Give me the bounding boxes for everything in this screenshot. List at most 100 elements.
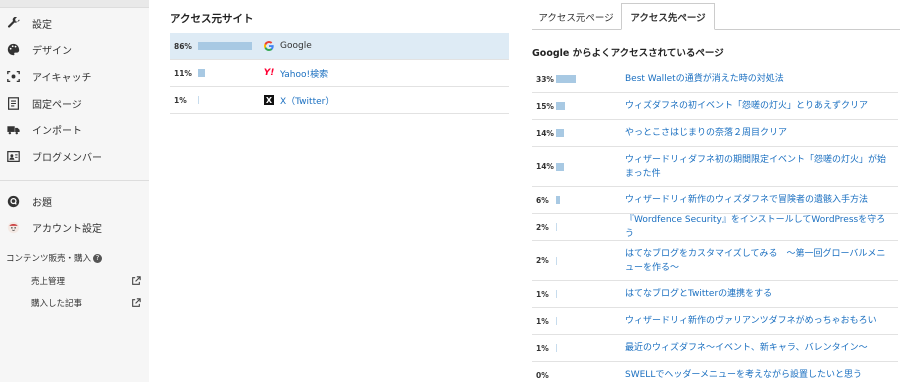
sidebar-item-blog-members[interactable]: ブログメンバー <box>6 145 146 167</box>
wrench-icon <box>6 16 20 30</box>
percent-label: 2% <box>536 222 549 232</box>
google-icon <box>264 41 274 51</box>
bar-track <box>556 317 620 325</box>
external-link-icon <box>132 276 141 285</box>
bar-track <box>556 371 620 379</box>
help-icon[interactable]: ? <box>93 253 103 263</box>
source-link[interactable]: Google <box>264 41 312 51</box>
yahoo-icon: Y! <box>263 68 275 78</box>
table-row[interactable]: 1% はてなブログとTwitterの連携をする <box>532 281 898 308</box>
page-link[interactable]: Best Walletの通貨が消えた時の対処法 <box>625 72 894 86</box>
sidebar-item-settings[interactable]: 設定 <box>6 12 146 34</box>
table-row[interactable]: 6% ウィザードリィ新作のウィズダフネで冒険者の遺骸入手方法 <box>532 187 898 214</box>
source-link[interactable]: Y! Yahoo!検索 <box>264 67 328 80</box>
page-link-line: ウィザードリィ新作のヴァリアンツダフネがめっちゃおもろい <box>625 316 877 326</box>
sidebar-item-odai[interactable]: お題 <box>6 190 146 212</box>
sidebar-item-sales-management[interactable]: 売上管理 <box>31 275 141 287</box>
bar-track <box>556 223 620 231</box>
sidebar-divider <box>0 180 149 181</box>
sidebar-item-label: アイキャッチ <box>32 72 92 84</box>
percent-label: 14% <box>536 162 554 171</box>
source-name: Google <box>280 41 312 51</box>
page-link-line: 最近のウィズダフネ〜イベント、新キャラ、バレンタイン〜 <box>625 343 868 353</box>
table-row[interactable]: 11% Y! Yahoo!検索 <box>170 60 509 87</box>
tab-access-dest-page[interactable]: アクセス先ページ <box>621 3 715 30</box>
external-link-icon <box>132 298 141 307</box>
page-link[interactable]: ウィザードリィ新作のヴァリアンツダフネがめっちゃおもろい <box>625 314 894 328</box>
content-sales-section-label: コンテンツ販売・購入 ? <box>6 252 103 264</box>
table-row[interactable]: 2% 『Wordfence Security』をインストールしてWordPress… <box>532 214 898 241</box>
table-row[interactable]: 15% ウィズダフネの初イベント「怨嗟の灯火」とりあえずクリア <box>532 93 898 120</box>
sub-item-label: 購入した記事 <box>31 299 83 309</box>
truck-icon <box>6 122 20 136</box>
table-row[interactable]: 0% SWELLでヘッダーメニューを考えながら設置したいと思う <box>532 362 898 382</box>
page-link[interactable]: ウィザードリィダフネ初の期間限定イベント「怨嗟の灯火」が始 まった件 <box>625 153 894 181</box>
page-link-line: はてなブログをカスタマイズしてみる 〜第一回グローバルメニ <box>625 248 886 259</box>
percent-label: 6% <box>536 195 549 205</box>
source-name: X（Twitter） <box>280 96 335 107</box>
percent-label: 2% <box>536 256 549 265</box>
sidebar-item-label: 設定 <box>32 19 52 31</box>
bar-track <box>556 290 620 298</box>
sidebar-item-label: お題 <box>32 197 52 209</box>
bar-track <box>556 75 620 83</box>
page-link[interactable]: やっとこさはじまりの奈落２周目クリア <box>625 126 894 140</box>
percent-label: 1% <box>536 343 549 353</box>
table-row[interactable]: 14% やっとこさはじまりの奈落２周目クリア <box>532 120 898 147</box>
percent-bar <box>556 317 557 325</box>
sidebar-item-label: 固定ページ <box>32 99 82 111</box>
page-link-line: はてなブログとTwitterの連携をする <box>625 289 773 299</box>
page-link[interactable]: はてなブログとTwitterの連携をする <box>625 287 894 301</box>
table-row[interactable]: 2% はてなブログをカスタマイズしてみる 〜第一回グローバルメニ ューを作る〜 <box>532 241 898 281</box>
sidebar-item-label: ブログメンバー <box>32 152 102 164</box>
percent-label: 14% <box>536 128 554 138</box>
sidebar-item-design[interactable]: デザイン <box>6 38 146 60</box>
page-link-line: Best Walletの通貨が消えた時の対処法 <box>625 74 784 84</box>
percent-label: 86% <box>174 41 192 51</box>
percent-label: 15% <box>536 101 554 111</box>
table-row[interactable]: 1% X X（Twitter） <box>170 87 509 114</box>
table-row[interactable]: 33% Best Walletの通貨が消えた時の対処法 <box>532 66 898 93</box>
bar-track <box>556 344 620 352</box>
sidebar-item-fixed-page[interactable]: 固定ページ <box>6 92 146 114</box>
percent-bar <box>556 102 565 110</box>
sidebar-item-import[interactable]: インポート <box>6 118 146 140</box>
table-row[interactable]: 1% 最近のウィズダフネ〜イベント、新キャラ、バレンタイン〜 <box>532 335 898 362</box>
percent-label: 11% <box>174 68 192 78</box>
percent-bar <box>556 196 560 204</box>
percent-label: 1% <box>536 289 549 299</box>
tab-access-source-page[interactable]: アクセス元ページ <box>532 3 620 30</box>
page-link[interactable]: ウィザードリィ新作のウィズダフネで冒険者の遺骸入手方法 <box>625 193 894 207</box>
bar-track <box>556 256 620 265</box>
page-link-line: ウィズダフネの初イベント「怨嗟の灯火」とりあえずクリア <box>625 101 869 111</box>
source-link[interactable]: X X（Twitter） <box>264 94 334 107</box>
percent-label: 1% <box>536 316 549 326</box>
percent-bar <box>556 256 557 265</box>
table-row[interactable]: 14% ウィザードリィダフネ初の期間限定イベント「怨嗟の灯火」が始 まった件 <box>532 147 898 187</box>
page-link[interactable]: はてなブログをカスタマイズしてみる 〜第一回グローバルメニ ューを作る〜 <box>625 247 894 275</box>
percent-bar <box>198 42 252 50</box>
page-link-line: まった件 <box>625 168 661 179</box>
image-icon <box>6 69 20 83</box>
bar-track <box>556 129 620 137</box>
table-row[interactable]: 86% Google <box>170 33 509 60</box>
sidebar-item-label: デザイン <box>32 45 72 57</box>
page-link[interactable]: SWELLでヘッダーメニューを考えながら設置したいと思う <box>625 368 894 382</box>
sidebar-item-account-settings[interactable]: アカウント設定 <box>6 216 146 238</box>
bar-track <box>556 102 620 110</box>
percent-bar <box>556 344 557 352</box>
table-row[interactable]: 1% ウィザードリィ新作のヴァリアンツダフネがめっちゃおもろい <box>532 308 898 335</box>
page-link[interactable]: 『Wordfence Security』をインストールしてWordPressを守… <box>625 213 894 241</box>
sidebar-top-item-partial[interactable] <box>0 0 149 8</box>
sidebar-item-eyecatch[interactable]: アイキャッチ <box>6 65 146 87</box>
page-link[interactable]: 最近のウィズダフネ〜イベント、新キャラ、バレンタイン〜 <box>625 341 894 355</box>
bar-track <box>556 162 620 171</box>
page-link-line: ューを作る〜 <box>625 262 680 273</box>
palette-icon <box>6 42 20 56</box>
sidebar-item-purchased-articles[interactable]: 購入した記事 <box>31 297 141 309</box>
percent-bar <box>198 69 205 77</box>
page-link[interactable]: ウィズダフネの初イベント「怨嗟の灯火」とりあえずクリア <box>625 99 894 113</box>
page-list: 33% Best Walletの通貨が消えた時の対処法 15% ウィズダフネの初イベン… <box>532 66 898 382</box>
x-icon: X <box>264 95 274 105</box>
percent-label: 33% <box>536 74 554 84</box>
